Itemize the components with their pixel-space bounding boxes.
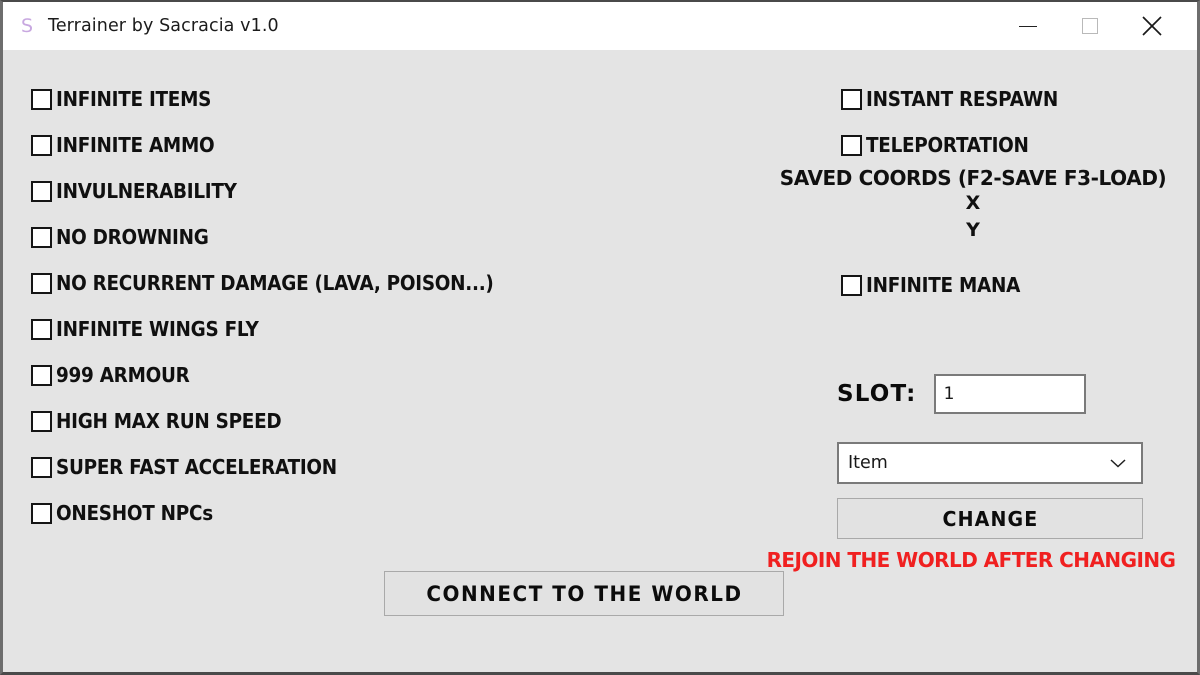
- item-type-dropdown[interactable]: Item: [837, 442, 1143, 484]
- label-999-armour: 999 ARMOUR: [56, 363, 190, 387]
- option-row-high-max-run-speed[interactable]: HIGH MAX RUN SPEED: [31, 398, 651, 444]
- label-infinite-items: INFINITE ITEMS: [56, 87, 212, 111]
- checkbox-no-drowning[interactable]: [31, 226, 52, 248]
- saved-coords-header: SAVED COORDS (F2-SAVE F3-LOAD): [779, 166, 1167, 190]
- label-invulnerability: INVULNERABILITY: [56, 179, 237, 203]
- option-row-invulnerability[interactable]: INVULNERABILITY: [31, 168, 651, 214]
- checkbox-infinite-items[interactable]: [31, 88, 52, 110]
- minimize-icon: [1019, 25, 1037, 27]
- change-button-label: CHANGE: [942, 506, 1038, 531]
- connect-to-world-button-label: CONNECT TO THE WORLD: [425, 581, 743, 606]
- slot-row: SLOT:: [837, 372, 1187, 416]
- option-row-infinite-ammo[interactable]: INFINITE AMMO: [31, 122, 651, 168]
- label-no-recurrent-damage: NO RECURRENT DAMAGE (LAVA, POISON...): [56, 271, 494, 295]
- application-window: S Terrainer by Sacracia v1.0 INFINITE IT…: [0, 0, 1200, 675]
- rejoin-warning-text: REJOIN THE WORLD AFTER CHANGING: [766, 548, 1176, 572]
- window-content: INFINITE ITEMS INFINITE AMMO INVULNERABI…: [3, 50, 1197, 672]
- checkbox-infinite-ammo[interactable]: [31, 134, 52, 156]
- checkbox-teleportation[interactable]: [841, 134, 862, 156]
- checkbox-invulnerability[interactable]: [31, 180, 52, 202]
- label-infinite-mana: INFINITE MANA: [866, 273, 1021, 297]
- item-type-dropdown-value: Item: [848, 453, 888, 473]
- label-instant-respawn: INSTANT RESPAWN: [866, 87, 1058, 111]
- label-no-drowning: NO DROWNING: [56, 225, 209, 249]
- checkbox-infinite-wings-fly[interactable]: [31, 318, 52, 340]
- option-row-infinite-wings-fly[interactable]: INFINITE WINGS FLY: [31, 306, 651, 352]
- option-row-instant-respawn[interactable]: INSTANT RESPAWN: [841, 76, 1183, 122]
- label-super-fast-acceleration: SUPER FAST ACCELERATION: [56, 455, 337, 479]
- close-icon: [1141, 15, 1163, 37]
- coord-y-label: Y: [966, 219, 980, 241]
- checkbox-infinite-mana[interactable]: [841, 274, 862, 296]
- slot-label: SLOT:: [837, 381, 917, 407]
- option-row-999-armour[interactable]: 999 ARMOUR: [31, 352, 651, 398]
- option-row-oneshot-npcs[interactable]: ONESHOT NPCs: [31, 490, 651, 536]
- label-teleportation: TELEPORTATION: [866, 133, 1029, 157]
- option-row-no-recurrent-damage[interactable]: NO RECURRENT DAMAGE (LAVA, POISON...): [31, 260, 651, 306]
- label-infinite-ammo: INFINITE AMMO: [56, 133, 215, 157]
- label-infinite-wings-fly: INFINITE WINGS FLY: [56, 317, 259, 341]
- checkbox-super-fast-acceleration[interactable]: [31, 456, 52, 478]
- label-high-max-run-speed: HIGH MAX RUN SPEED: [56, 409, 282, 433]
- title-bar: S Terrainer by Sacracia v1.0: [3, 2, 1197, 50]
- maximize-button[interactable]: [1059, 3, 1121, 50]
- option-row-teleportation[interactable]: TELEPORTATION: [841, 122, 1183, 168]
- cheat-options-left-column: INFINITE ITEMS INFINITE AMMO INVULNERABI…: [31, 76, 651, 536]
- label-oneshot-npcs: ONESHOT NPCs: [56, 501, 213, 525]
- option-row-infinite-mana[interactable]: INFINITE MANA: [841, 262, 1183, 308]
- connect-to-world-button[interactable]: CONNECT TO THE WORLD: [384, 571, 784, 616]
- checkbox-instant-respawn[interactable]: [841, 88, 862, 110]
- app-logo-icon: S: [20, 14, 34, 37]
- checkbox-999-armour[interactable]: [31, 364, 52, 386]
- cheat-options-right-column: INSTANT RESPAWN TELEPORTATION SAVED COOR…: [763, 76, 1183, 572]
- change-button[interactable]: CHANGE: [837, 498, 1143, 539]
- checkbox-no-recurrent-damage[interactable]: [31, 272, 52, 294]
- option-row-super-fast-acceleration[interactable]: SUPER FAST ACCELERATION: [31, 444, 651, 490]
- option-row-no-drowning[interactable]: NO DROWNING: [31, 214, 651, 260]
- slot-input[interactable]: [933, 374, 1086, 414]
- maximize-icon: [1082, 18, 1098, 34]
- chevron-down-icon: [1110, 458, 1126, 468]
- checkbox-high-max-run-speed[interactable]: [31, 410, 52, 432]
- coord-x-label: X: [965, 192, 981, 214]
- checkbox-oneshot-npcs[interactable]: [31, 502, 52, 524]
- close-button[interactable]: [1121, 3, 1183, 50]
- window-title: Terrainer by Sacracia v1.0: [48, 16, 279, 36]
- option-row-infinite-items[interactable]: INFINITE ITEMS: [31, 76, 651, 122]
- minimize-button[interactable]: [997, 3, 1059, 50]
